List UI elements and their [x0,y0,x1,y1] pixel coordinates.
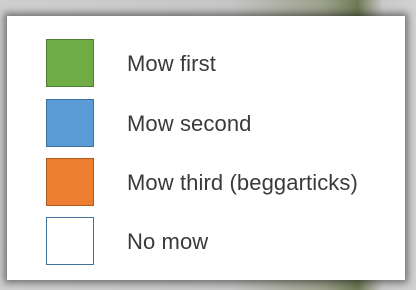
legend-swatch-green [46,39,94,87]
legend-item-mow-first: Mow first [46,39,406,91]
legend-label: Mow second [127,111,252,136]
legend-swatch-blue [46,99,94,147]
map-legend: Mow first Mow second Mow third (beggarti… [7,16,405,280]
legend-swatch-orange [46,158,94,206]
legend-item-mow-second: Mow second [46,99,406,151]
legend-item-no-mow: No mow [46,217,406,269]
legend-item-mow-third: Mow third (beggarticks) [46,158,406,210]
legend-swatch-white [46,217,94,265]
legend-label: No mow [127,229,209,254]
legend-label: Mow first [127,51,216,76]
legend-label: Mow third (beggarticks) [127,170,358,195]
